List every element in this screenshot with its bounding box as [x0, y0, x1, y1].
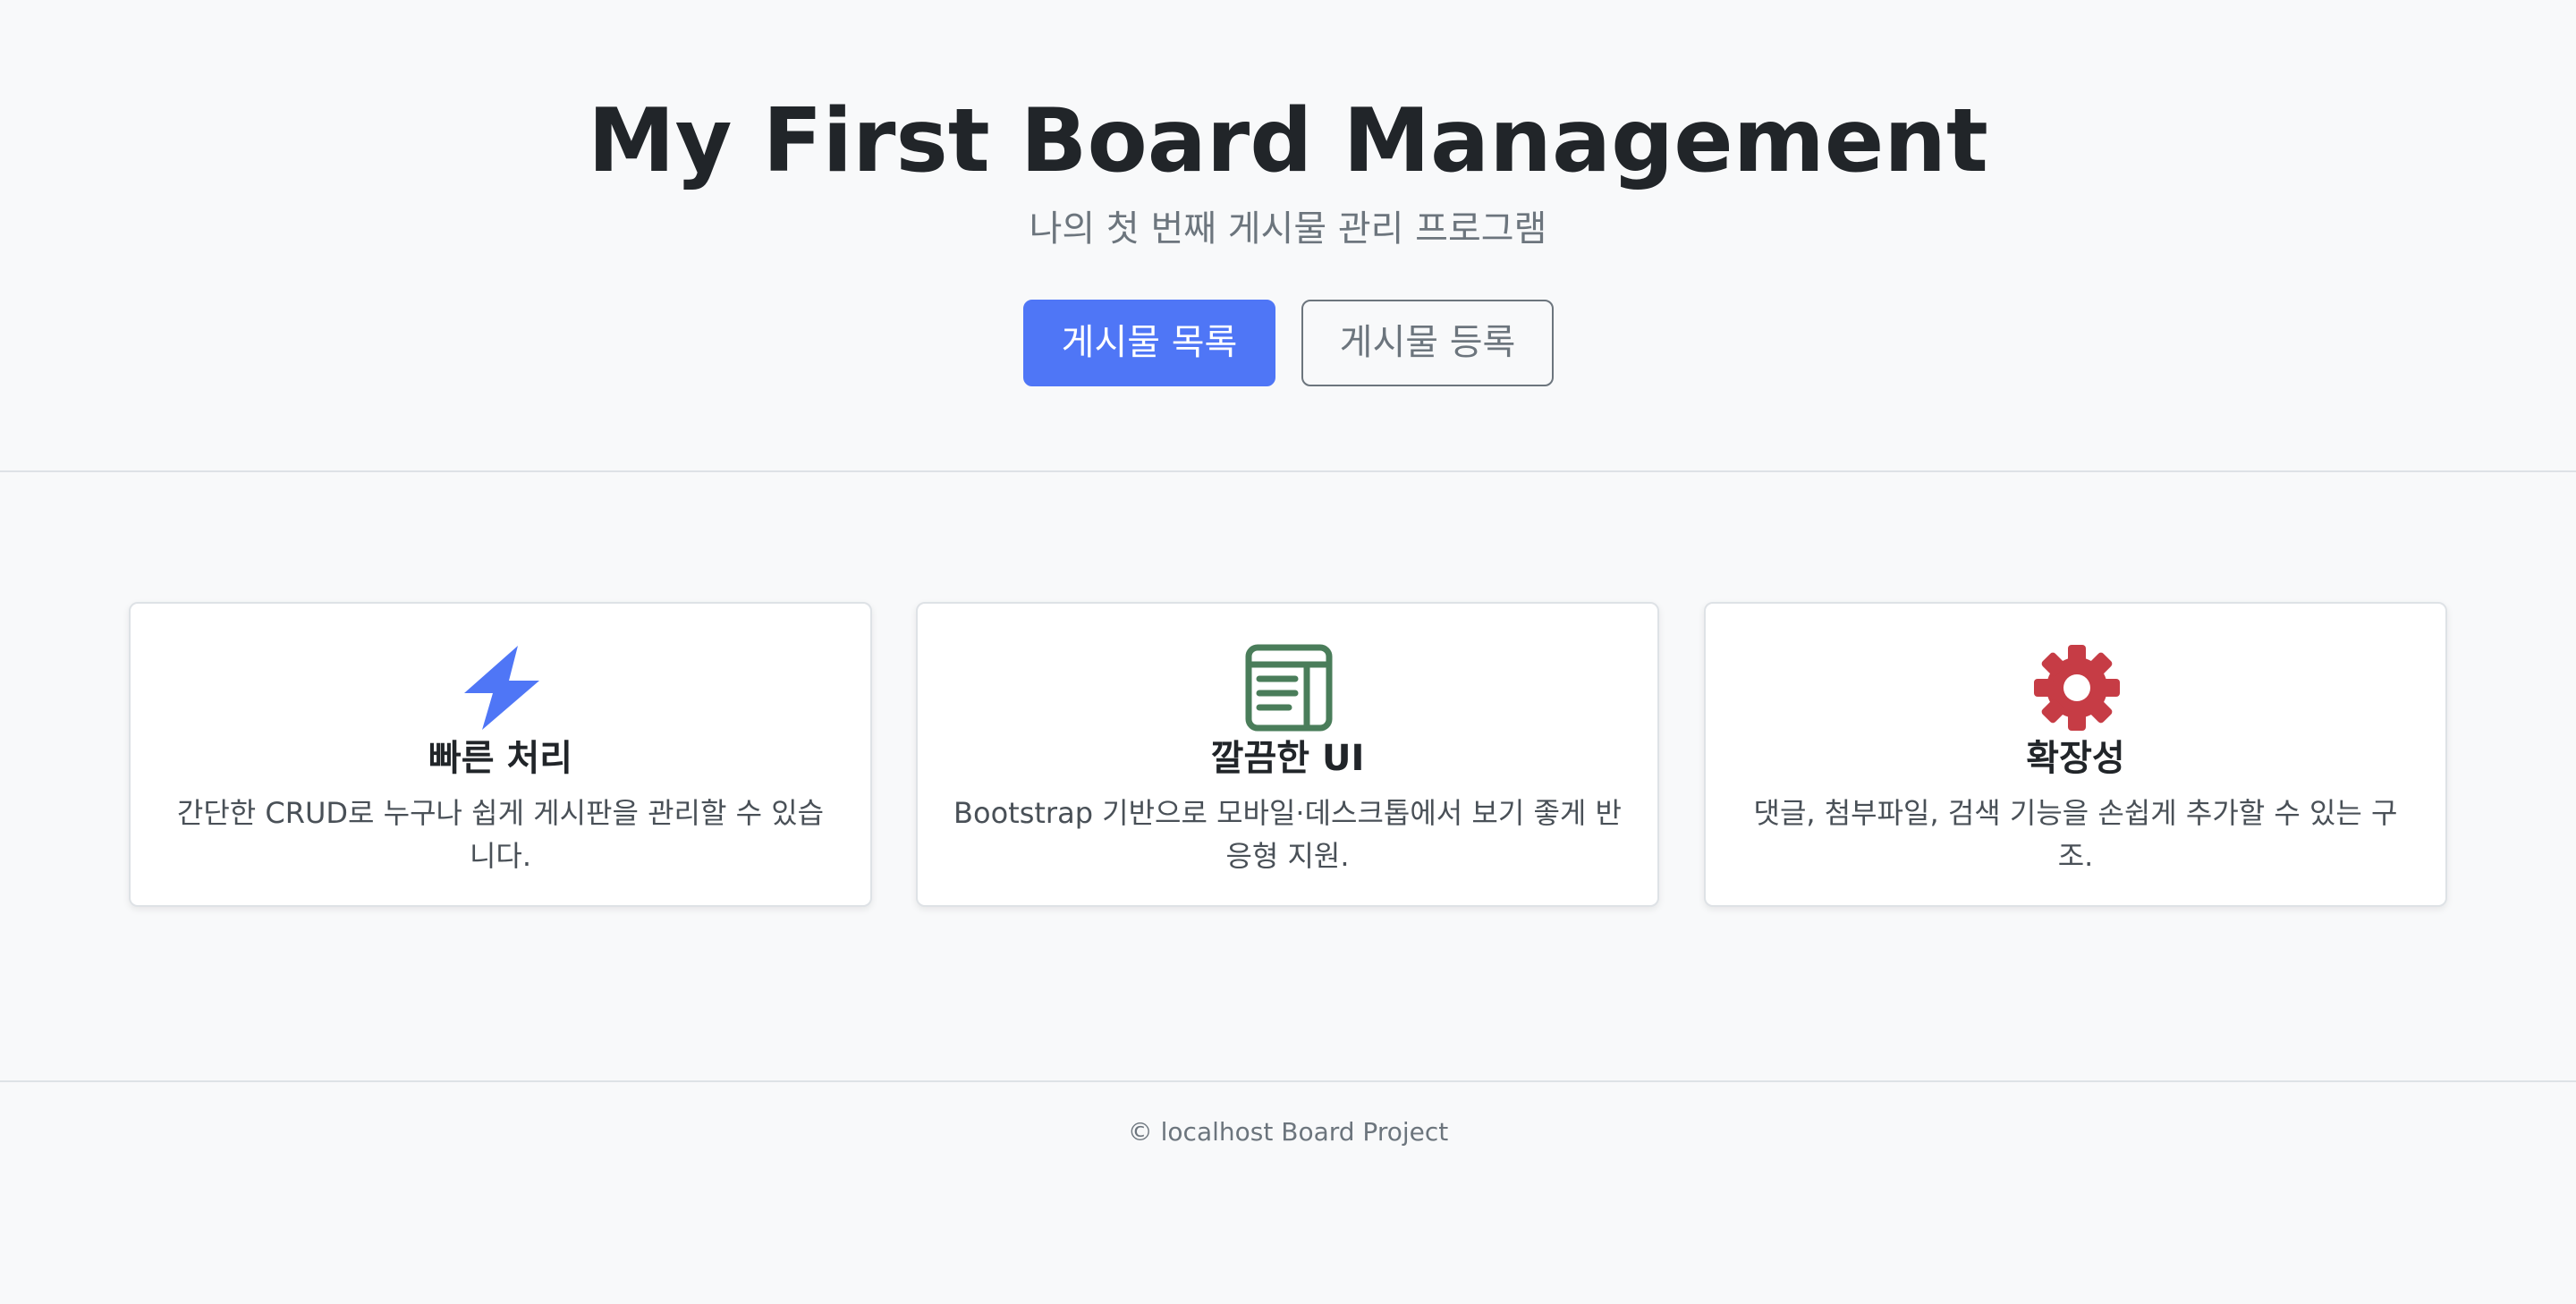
- gear-icon: [2032, 643, 2122, 732]
- feature-description: 간단한 CRUD로 누구나 쉽게 게시판을 관리할 수 있습니다.: [176, 796, 825, 873]
- feature-card-fast: 빠른 처리 간단한 CRUD로 누구나 쉽게 게시판을 관리할 수 있습니다.: [129, 602, 872, 907]
- page-title: My First Board Management: [588, 90, 1988, 192]
- feature-card-extensibility: 확장성 댓글, 첨부파일, 검색 기능을 손쉽게 추가할 수 있는 구조.: [1704, 602, 2447, 907]
- hero-section: My First Board Management 나의 첫 번째 게시물 관리…: [0, 0, 2576, 472]
- footer-copyright: © localhost Board Project: [1127, 1117, 1449, 1147]
- feature-title: 확장성: [2026, 738, 2125, 779]
- feature-title: 깔끔한 UI: [1210, 738, 1365, 779]
- feature-description: Bootstrap 기반으로 모바일·데스크톱에서 보기 좋게 반응형 지원.: [953, 796, 1622, 873]
- layout-text-window-icon: [1244, 643, 1334, 732]
- feature-description: 댓글, 첨부파일, 검색 기능을 손쉽게 추가할 수 있는 구조.: [1753, 796, 2398, 873]
- page-subtitle: 나의 첫 번째 게시물 관리 프로그램: [1029, 208, 1547, 250]
- feature-title: 빠른 처리: [428, 738, 573, 779]
- board-list-button[interactable]: 게시물 목록: [1023, 300, 1275, 386]
- lightning-icon: [457, 643, 547, 732]
- feature-card-ui: 깔끔한 UI Bootstrap 기반으로 모바일·데스크톱에서 보기 좋게 반…: [916, 602, 1659, 907]
- footer: © localhost Board Project: [0, 1080, 2576, 1304]
- board-register-button[interactable]: 게시물 등록: [1301, 300, 1554, 386]
